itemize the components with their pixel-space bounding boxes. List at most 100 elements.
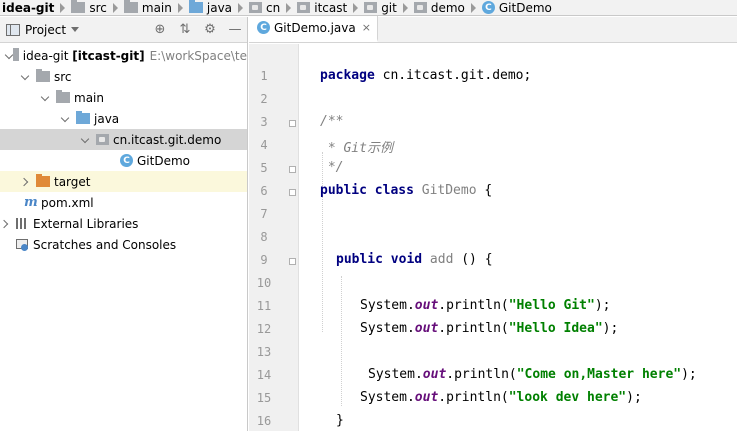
tree-item-target[interactable]: target: [0, 171, 247, 192]
close-icon[interactable]: ×: [362, 21, 371, 34]
tree-item-gitdemo[interactable]: C GitDemo: [0, 150, 247, 171]
class-name: GitDemo: [413, 183, 477, 198]
breadcrumb-label: itcast: [314, 0, 348, 15]
breadcrumb-label: main: [141, 0, 172, 15]
target-icon[interactable]: ⊕: [152, 22, 168, 38]
code-line-9: public void add () {: [336, 252, 493, 267]
breadcrumb-item-demo[interactable]: demo: [412, 0, 480, 15]
package-icon: [413, 2, 427, 13]
chevron-right-icon: [177, 2, 183, 13]
string-literal: "look dev here": [508, 390, 627, 405]
breadcrumb-item-main[interactable]: main: [122, 0, 187, 15]
keyword: public void: [336, 252, 423, 267]
line-number: 7: [260, 207, 268, 221]
chevron-right-icon: [402, 2, 408, 13]
tree-item-label: idea-git: [22, 48, 69, 63]
line-number: 4: [260, 138, 268, 152]
code-line-6: public class GitDemo {: [320, 183, 492, 198]
editor-tab-gitdemo[interactable]: C GitDemo.java ×: [249, 16, 378, 42]
tree-item-label: External Libraries: [33, 216, 139, 231]
line-number: 9: [260, 253, 268, 267]
package-icon: [364, 2, 378, 13]
code-text: );: [594, 298, 611, 313]
breadcrumb-item-src[interactable]: src: [69, 0, 122, 15]
tree-item-main[interactable]: main: [0, 87, 247, 108]
line-number: 12: [256, 322, 272, 336]
package-icon: [96, 134, 109, 145]
editor-area: C GitDemo.java × 1 2 3 4 5 6 7 8 9 10 11 12 13 14 15 16…: [249, 16, 737, 431]
editor-tab-bar: C GitDemo.java ×: [249, 16, 737, 43]
chevron-right-icon[interactable]: [20, 176, 32, 188]
tab-label: GitDemo.java: [274, 20, 356, 35]
line-number: 1: [260, 69, 268, 83]
code-text: System.: [368, 367, 423, 382]
collapse-icon[interactable]: ⇅: [177, 22, 193, 38]
code-text: .println(: [438, 390, 509, 405]
tree-item-label: target: [54, 174, 91, 189]
breadcrumb-label: src: [89, 0, 107, 15]
line-number-gutter: 1234567891011121314151617: [249, 44, 299, 431]
code-text: () {: [453, 252, 493, 267]
chevron-down-icon[interactable]: [80, 134, 92, 146]
project-view-selector[interactable]: Project: [25, 23, 66, 37]
code-text: .println(: [438, 321, 509, 336]
chevron-down-icon[interactable]: [40, 92, 52, 104]
code-text: {: [476, 183, 493, 198]
line-number: 14: [256, 368, 272, 382]
code-line-16: }: [336, 413, 344, 428]
tree-item-pom[interactable]: m pom.xml: [0, 192, 247, 213]
tree-item-idea-git[interactable]: idea-git [itcast-git] E:\workSpace\te: [0, 45, 247, 66]
class-icon: C: [481, 1, 495, 14]
line-number: 5: [260, 161, 268, 175]
tree-item-src[interactable]: src: [0, 66, 247, 87]
chevron-down-icon[interactable]: [4, 50, 9, 62]
tree-item-java[interactable]: java: [0, 108, 247, 129]
package-icon: [249, 2, 263, 13]
line-number: 8: [260, 230, 268, 244]
project-panel: Project ⊕ ⇅ ⚙ — idea-git [itcast-git] E:\…: [0, 17, 248, 431]
chevron-right-icon[interactable]: [0, 218, 12, 230]
tree-item-external-libraries[interactable]: External Libraries: [0, 213, 247, 234]
breadcrumb-item-cn[interactable]: cn: [247, 0, 295, 15]
tree-item-module-name: [itcast-git]: [72, 48, 145, 63]
chevron-down-icon[interactable]: [71, 27, 80, 32]
code-text: );: [602, 321, 619, 336]
breadcrumb-label: idea-git: [2, 0, 55, 15]
tree-item-package-demo[interactable]: cn.itcast.git.demo: [0, 129, 247, 150]
library-icon: [16, 218, 29, 229]
chevron-right-icon: [353, 2, 359, 13]
breadcrumb-item-gitdemo[interactable]: C GitDemo: [480, 0, 556, 15]
fold-marker-icon[interactable]: [289, 189, 296, 196]
breadcrumb-item-git[interactable]: git: [362, 0, 412, 15]
project-panel-toolbar: ⊕ ⇅ ⚙ —: [152, 22, 243, 38]
folder-icon: [36, 69, 50, 82]
fold-marker-icon[interactable]: [289, 258, 296, 265]
code-text: .println(: [438, 298, 509, 313]
gear-icon[interactable]: ⚙: [202, 22, 218, 38]
line-number: 2: [260, 92, 268, 106]
code-line-3: /**: [320, 114, 344, 129]
code-editor[interactable]: package cn.itcast.git.demo; /** * Git示例 …: [300, 44, 737, 431]
breadcrumb-item-project[interactable]: idea-git: [0, 0, 69, 15]
breadcrumb-item-itcast[interactable]: itcast: [295, 0, 362, 15]
fold-marker-icon[interactable]: [289, 166, 296, 173]
tree-item-label: java: [94, 111, 120, 126]
tree-item-scratches[interactable]: Scratches and Consoles: [0, 234, 247, 255]
breadcrumb-item-java[interactable]: java: [187, 0, 247, 15]
package-icon: [297, 2, 311, 13]
folder-icon: [71, 0, 86, 13]
chevron-down-icon[interactable]: [60, 113, 72, 125]
tree-item-label: pom.xml: [41, 195, 94, 210]
module-folder-icon: [12, 48, 19, 61]
folder-icon: [123, 0, 138, 13]
line-number: 15: [256, 391, 272, 405]
static-field: out: [414, 321, 439, 336]
fold-marker-icon[interactable]: [289, 120, 296, 127]
chevron-down-icon[interactable]: [20, 71, 32, 83]
breadcrumb-label: GitDemo: [498, 0, 552, 15]
hide-icon[interactable]: —: [227, 22, 243, 38]
chevron-right-icon: [470, 2, 476, 13]
code-line-14: System.out.println("Come on,Master here"…: [368, 367, 697, 382]
breadcrumb-label: cn: [266, 0, 281, 15]
line-number: 6: [260, 184, 268, 198]
